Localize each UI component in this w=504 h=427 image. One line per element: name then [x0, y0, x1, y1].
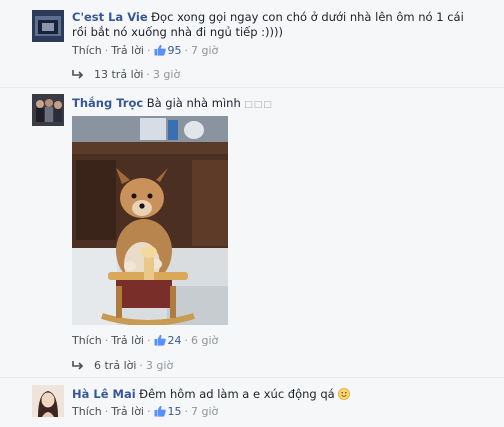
replies-count: 6 trả lời [94, 359, 137, 372]
smiley-emoji-icon [338, 388, 351, 400]
comments-thread: C'est La Vie Đọc xong gọi ngay con chó ở… [0, 0, 504, 427]
reply-button[interactable]: Trả lời [111, 334, 144, 347]
comment-body: Thắng Trọc Bà già nhà mình □□□ [72, 96, 482, 113]
avatar[interactable] [32, 94, 64, 126]
comment-author[interactable]: Hà Lê Mai [72, 387, 136, 401]
comment-photo[interactable] [72, 116, 228, 325]
like-thumb-icon [154, 405, 166, 417]
reply-arrow-icon [72, 70, 84, 79]
comment-time[interactable]: 7 giờ [191, 44, 218, 57]
view-replies-link[interactable]: 13 trả lời · 3 giờ [72, 68, 180, 81]
comment-body: Hà Lê Mai Đêm hôm ad làm a e xúc động qá [72, 387, 482, 402]
replies-time: 3 giờ [152, 68, 181, 81]
comment-actions: Thích · Trả lời · 24 · 6 giờ [72, 334, 219, 347]
like-button[interactable]: Thích [72, 44, 102, 57]
avatar[interactable] [32, 385, 64, 417]
comment-divider [0, 377, 504, 378]
reaction-count[interactable]: 95 [154, 44, 182, 57]
reply-button[interactable]: Trả lời [111, 44, 144, 57]
reaction-count-value: 95 [167, 44, 182, 57]
reaction-count-value: 24 [167, 334, 182, 347]
like-button[interactable]: Thích [72, 334, 102, 347]
reply-arrow-icon [72, 361, 84, 370]
comment-time[interactable]: 6 giờ [191, 334, 218, 347]
comment-time[interactable]: 7 giờ [191, 405, 218, 418]
replies-count: 13 trả lời [94, 68, 144, 81]
reaction-count[interactable]: 24 [154, 334, 182, 347]
like-button[interactable]: Thích [72, 405, 102, 418]
like-thumb-icon [154, 44, 166, 56]
view-replies-link[interactable]: 6 trả lời · 3 giờ [72, 359, 173, 372]
like-thumb-icon [154, 334, 166, 346]
comment-author[interactable]: C'est La Vie [72, 10, 148, 24]
comment-divider [0, 87, 504, 88]
comment-actions: Thích · Trả lời · 95 · 7 giờ [72, 44, 219, 57]
comment-text: Đêm hôm ad làm a e xúc động qá [139, 387, 335, 401]
comment-actions: Thích · Trả lời · 15 · 7 giờ [72, 405, 219, 418]
emoji-placeholder: □□□ [244, 100, 273, 110]
avatar[interactable] [32, 10, 64, 42]
comment-author[interactable]: Thắng Trọc [72, 96, 143, 110]
reaction-count[interactable]: 15 [154, 405, 182, 418]
comment-text: Bà già nhà mình [146, 96, 241, 110]
replies-time: 3 giờ [145, 359, 174, 372]
reaction-count-value: 15 [167, 405, 182, 418]
comment-body: C'est La Vie Đọc xong gọi ngay con chó ở… [72, 10, 482, 40]
reply-button[interactable]: Trả lời [111, 405, 144, 418]
